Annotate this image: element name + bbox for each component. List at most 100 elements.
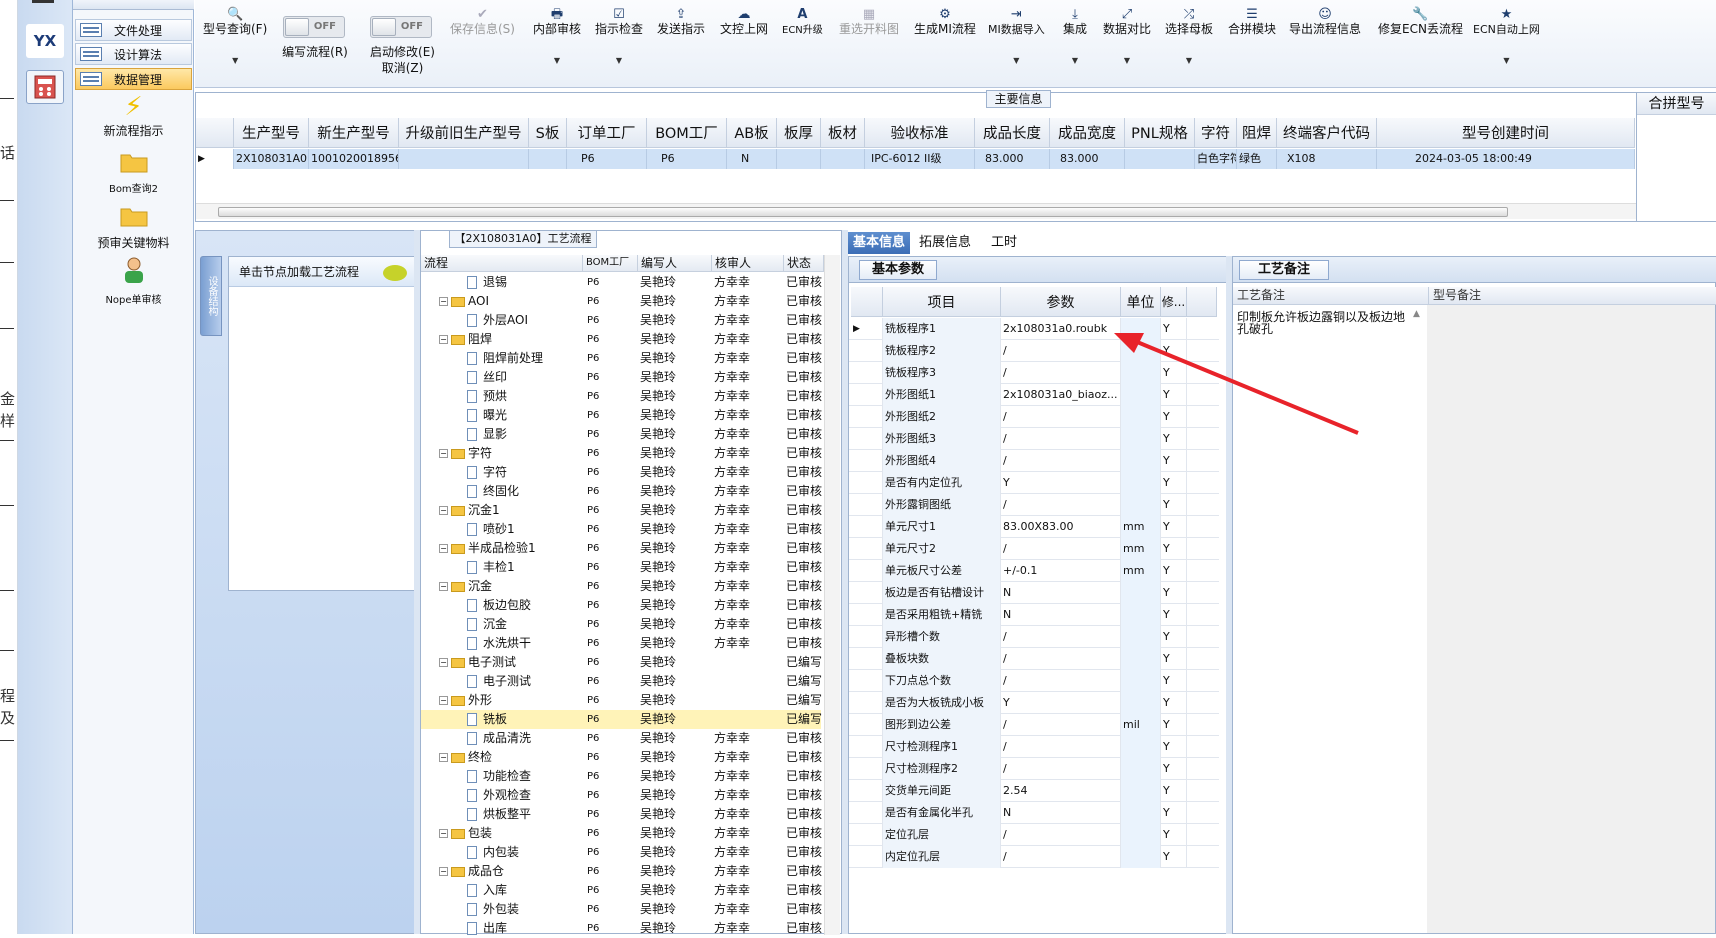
column-header[interactable]: 新生产型号 bbox=[309, 118, 399, 148]
table-cell[interactable]: N bbox=[727, 149, 777, 169]
menu-icon[interactable] bbox=[32, 0, 54, 3]
tree-row[interactable]: 电子测试 P6 吴艳玲 已编写 bbox=[421, 672, 822, 691]
column-header[interactable]: 生产型号 bbox=[234, 118, 309, 148]
column-header[interactable]: 终端客户代码 bbox=[1277, 118, 1377, 148]
dropdown-arrow-icon[interactable]: ▼ bbox=[1063, 53, 1087, 68]
tab-extended-info[interactable]: 拓展信息 bbox=[914, 232, 976, 254]
tree-row[interactable]: − 包装 P6 吴艳玲 方幸幸 已审核 bbox=[421, 824, 822, 843]
send-instruction-button[interactable]: ⇪ 发送指示 bbox=[657, 8, 705, 37]
param-row[interactable]: 交货单元间距 2.54 Y bbox=[849, 780, 1219, 802]
param-row[interactable]: 板边是否有钻槽设计 N Y bbox=[849, 582, 1219, 604]
tree-row[interactable]: 显影 P6 吴艳玲 方幸幸 已审核 bbox=[421, 425, 822, 444]
tree-row[interactable]: 出库 P6 吴艳玲 方幸幸 已审核 bbox=[421, 919, 822, 938]
param-row[interactable]: 定位孔层 / Y bbox=[849, 824, 1219, 846]
param-value-cell[interactable]: 2.54 bbox=[1001, 780, 1121, 802]
scroll-up-icon[interactable]: ▲ bbox=[1413, 309, 1420, 319]
tree-row[interactable]: 退锡 P6 吴艳玲 方幸幸 已审核 bbox=[421, 273, 822, 292]
bom-query2-button[interactable]: Bom查询2 bbox=[73, 150, 194, 195]
param-row[interactable]: 图形到边公差 / mil Y bbox=[849, 714, 1219, 736]
repair-ecn-flow-button[interactable]: 🔧 修复ECN丢流程 bbox=[1378, 8, 1463, 37]
param-value-cell[interactable]: Y bbox=[1001, 692, 1121, 714]
reselect-cutting-diagram-button[interactable]: ▦ 重选开料图 bbox=[839, 8, 899, 37]
table-cell[interactable] bbox=[529, 149, 567, 169]
tree-row[interactable]: 成品清洗 P6 吴艳玲 方幸幸 已审核 bbox=[421, 729, 822, 748]
column-header[interactable]: 升级前旧生产型号 bbox=[399, 118, 529, 148]
param-value-cell[interactable]: / bbox=[1001, 736, 1121, 758]
tree-row[interactable]: 字符 P6 吴艳玲 方幸幸 已审核 bbox=[421, 463, 822, 482]
dropdown-arrow-icon[interactable]: ▼ bbox=[1473, 53, 1540, 68]
table-cell[interactable]: 绿色 bbox=[1237, 149, 1277, 169]
param-row[interactable]: 单元尺寸1 83.00X83.00 mm Y bbox=[849, 516, 1219, 538]
column-header[interactable]: S板 bbox=[529, 118, 567, 148]
column-header[interactable]: 板厚 bbox=[777, 118, 821, 148]
column-header[interactable]: 验收标准 bbox=[865, 118, 975, 148]
tree-row[interactable]: − 阻焊 P6 吴艳玲 方幸幸 已审核 bbox=[421, 330, 822, 349]
export-flow-info-button[interactable]: ☺ 导出流程信息 bbox=[1289, 8, 1361, 37]
dropdown-arrow-icon[interactable]: ▼ bbox=[203, 53, 267, 68]
table-cell[interactable]: 2X108031A0 bbox=[234, 149, 309, 169]
table-cell[interactable] bbox=[821, 149, 865, 169]
param-value-cell[interactable]: / bbox=[1001, 670, 1121, 692]
column-header[interactable]: 修... bbox=[1161, 287, 1187, 317]
param-row[interactable]: 外形图纸4/ Y bbox=[849, 450, 1219, 472]
dropdown-arrow-icon[interactable]: ▼ bbox=[988, 53, 1045, 68]
tree-row[interactable]: 丝印 P6 吴艳玲 方幸幸 已审核 bbox=[421, 368, 822, 387]
table-cell[interactable]: 10010200189564 bbox=[309, 149, 399, 169]
tree-row[interactable]: 内包装 P6 吴艳玲 方幸幸 已审核 bbox=[421, 843, 822, 862]
collapse-icon[interactable]: − bbox=[439, 696, 448, 705]
param-row[interactable]: 叠板块数 / Y bbox=[849, 648, 1219, 670]
param-value-cell[interactable]: / bbox=[1001, 846, 1121, 868]
column-header[interactable]: 工艺备注 bbox=[1233, 287, 1429, 305]
tree-row[interactable]: 终固化 P6 吴艳玲 方幸幸 已审核 bbox=[421, 482, 822, 501]
data-compare-button[interactable]: ⤢ 数据对比 ▼ bbox=[1103, 8, 1151, 68]
mi-data-import-button[interactable]: ⇥ MI数据导入 ▼ bbox=[988, 8, 1045, 68]
param-row[interactable]: 异形槽个数 / Y bbox=[849, 626, 1219, 648]
nav-item-file-processing[interactable]: 文件处理 bbox=[75, 19, 192, 41]
param-row[interactable]: 下刀点总个数 / Y bbox=[849, 670, 1219, 692]
collapse-icon[interactable]: − bbox=[439, 449, 448, 458]
model-remark-area[interactable] bbox=[1427, 305, 1715, 933]
tree-row[interactable]: − 外形 P6 吴艳玲 已编写 bbox=[421, 691, 822, 710]
column-header[interactable]: 核审人 bbox=[712, 255, 784, 272]
collapse-icon[interactable]: − bbox=[439, 829, 448, 838]
param-row[interactable]: 单元尺寸2/mm Y bbox=[849, 538, 1219, 560]
tree-row[interactable]: 铣板 P6 吴艳玲 已编写 bbox=[421, 710, 822, 729]
save-info-button[interactable]: ✔ 保存信息(S) bbox=[450, 8, 515, 37]
collapse-icon[interactable]: − bbox=[439, 753, 448, 762]
tree-row[interactable]: 外层AOI P6 吴艳玲 方幸幸 已审核 bbox=[421, 311, 822, 330]
nav-item-data-management[interactable]: 数据管理 bbox=[75, 68, 192, 90]
merge-module-button[interactable]: ☰ 合拼模块 bbox=[1228, 8, 1276, 37]
column-header[interactable]: 单位 bbox=[1121, 287, 1161, 317]
param-value-cell[interactable]: / bbox=[1001, 494, 1121, 516]
ecn-auto-online-button[interactable]: ★ ECN自动上网 ▼ bbox=[1473, 8, 1540, 68]
tree-row[interactable]: − 电子测试 P6 吴艳玲 已编写 bbox=[421, 653, 822, 672]
tree-row[interactable]: − 字符 P6 吴艳玲 方幸幸 已审核 bbox=[421, 444, 822, 463]
tree-row[interactable]: 入库 P6 吴艳玲 方幸幸 已审核 bbox=[421, 881, 822, 900]
horizontal-scrollbar[interactable] bbox=[196, 203, 1636, 219]
dropdown-arrow-icon[interactable]: ▼ bbox=[595, 53, 643, 68]
column-header[interactable]: 状态 bbox=[784, 255, 824, 272]
column-header[interactable]: 板材 bbox=[821, 118, 865, 148]
column-header[interactable]: 阻焊 bbox=[1237, 118, 1277, 148]
tree-row[interactable]: 喷砂1 P6 吴艳玲 方幸幸 已审核 bbox=[421, 520, 822, 539]
column-header[interactable]: 项目 bbox=[883, 287, 1001, 317]
tree-row[interactable]: − 沉金 P6 吴艳玲 方幸幸 已审核 bbox=[421, 577, 822, 596]
column-header[interactable]: 成品宽度 bbox=[1050, 118, 1125, 148]
param-row[interactable]: 尺寸检测程序2/ Y bbox=[849, 758, 1219, 780]
nav-item-design-algorithm[interactable]: 设计算法 bbox=[75, 43, 192, 65]
table-cell[interactable] bbox=[399, 149, 529, 169]
column-header[interactable]: 流程 bbox=[421, 255, 583, 272]
table-cell[interactable]: P6 bbox=[567, 149, 647, 169]
param-row[interactable]: 是否有金属化半孔 N Y bbox=[849, 802, 1219, 824]
column-header[interactable]: 编写人 bbox=[638, 255, 712, 272]
column-header[interactable]: BOM工厂 bbox=[647, 118, 727, 148]
tree-row[interactable]: − 成品仓 P6 吴艳玲 方幸幸 已审核 bbox=[421, 862, 822, 881]
param-value-cell[interactable]: / bbox=[1001, 626, 1121, 648]
table-cell[interactable]: 2024-03-05 18:00:49 bbox=[1377, 149, 1635, 169]
dropdown-arrow-icon[interactable]: ▼ bbox=[1165, 53, 1213, 68]
collapse-icon[interactable]: − bbox=[439, 582, 448, 591]
table-cell[interactable]: X108 bbox=[1277, 149, 1377, 169]
ecn-upgrade-button[interactable]: A ECN升级 bbox=[782, 8, 823, 38]
tree-row[interactable]: 外观检查 P6 吴艳玲 方幸幸 已审核 bbox=[421, 786, 822, 805]
param-value-cell[interactable]: N bbox=[1001, 802, 1121, 824]
